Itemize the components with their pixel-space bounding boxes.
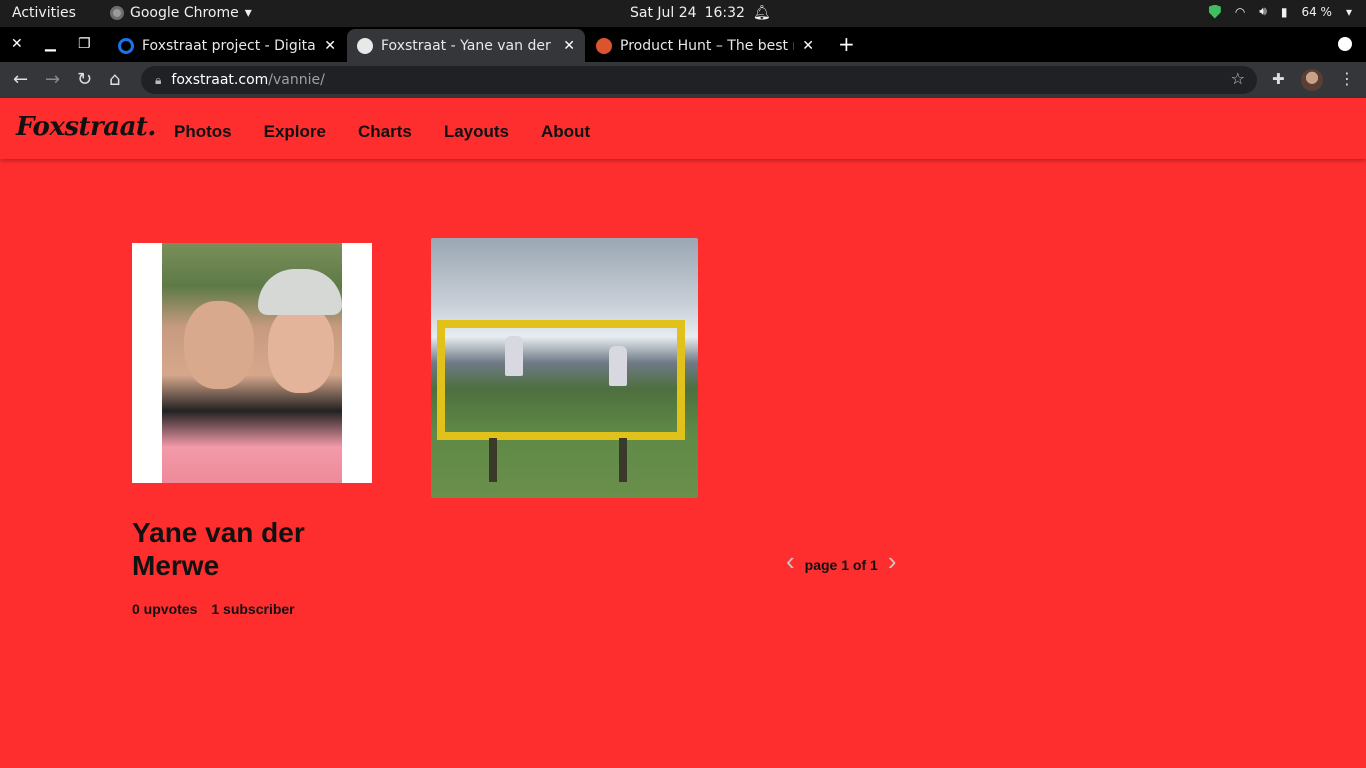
clock-date: Sat Jul 24 — [630, 5, 697, 21]
bell-icon: 🔔︎ — [752, 5, 771, 21]
tab-foxstraat-project[interactable]: Foxstraat project - Digital ✕ — [108, 29, 346, 62]
nav-charts[interactable]: Charts — [358, 122, 412, 142]
clock-time: 16:32 — [704, 5, 745, 21]
close-tab-icon[interactable]: ✕ — [802, 38, 814, 54]
battery-level: 64 % — [1301, 4, 1332, 19]
battery-icon: ▮ — [1280, 4, 1288, 19]
nav-explore[interactable]: Explore — [264, 122, 326, 142]
chevron-right-icon[interactable]: › — [888, 548, 897, 574]
extensions-puzzle-icon[interactable]: ✚ — [1272, 70, 1285, 88]
chrome-icon — [110, 6, 124, 20]
tab-search-icon[interactable] — [1338, 37, 1352, 51]
lock-icon: 🔒︎ — [155, 72, 162, 87]
tab-foxstraat-profile[interactable]: Foxstraat - Yane van der M ✕ — [347, 29, 585, 62]
wifi-icon: ◠ — [1234, 4, 1246, 19]
activities-button[interactable]: Activities — [12, 5, 76, 21]
app-name: Google Chrome — [130, 5, 239, 21]
home-icon[interactable]: ⌂ — [109, 69, 120, 90]
tab-title: Foxstraat project - Digital — [142, 37, 317, 54]
minimize-window-icon[interactable]: ▁ — [45, 36, 56, 52]
site-logo[interactable]: Foxstraat. — [16, 112, 156, 142]
back-icon[interactable]: ← — [13, 69, 28, 90]
profile-picture — [132, 243, 372, 483]
close-tab-icon[interactable]: ✕ — [563, 38, 575, 54]
system-top-bar: Activities Google Chrome ▾ Sat Jul 24 16… — [0, 0, 1366, 27]
forward-icon[interactable]: → — [45, 69, 60, 90]
tab-product-hunt[interactable]: Product Hunt – The best n ✕ — [586, 29, 824, 62]
upvotes-count: 0 upvotes — [132, 601, 198, 617]
tab-title: Foxstraat - Yane van der M — [381, 37, 556, 54]
more-menu-icon[interactable]: ⋮ — [1339, 69, 1355, 88]
power-menu-icon: ▾ — [1345, 4, 1352, 19]
volume-icon: 🔊︎ — [1259, 4, 1267, 18]
url-domain: foxstraat.com — [171, 72, 269, 88]
new-tab-icon[interactable]: + — [838, 32, 855, 56]
maximize-window-icon[interactable]: ❐ — [78, 36, 91, 52]
pagination: ‹ page 1 of 1 › — [786, 548, 896, 574]
close-tab-icon[interactable]: ✕ — [324, 38, 336, 54]
globe-icon — [357, 37, 373, 54]
subscribers-count[interactable]: 1 subscriber — [211, 601, 294, 617]
nav-photos[interactable]: Photos — [174, 122, 232, 142]
nav-layouts[interactable]: Layouts — [444, 122, 509, 142]
profile-stats: 0 upvotes 1 subscriber — [132, 601, 295, 617]
nav-about[interactable]: About — [541, 122, 590, 142]
url-path: /vannie/ — [268, 72, 325, 88]
browser-toolbar: ← → ↻ ⌂ 🔒︎ foxstraat.com/vannie/ ☆ ✚ ⋮ — [0, 62, 1366, 98]
close-window-icon[interactable]: ✕ — [11, 36, 23, 52]
chevron-left-icon[interactable]: ‹ — [786, 548, 795, 574]
reload-icon[interactable]: ↻ — [77, 69, 92, 90]
page-indicator: page 1 of 1 — [804, 557, 878, 573]
chevron-down-icon: ▾ — [244, 5, 252, 21]
profile-name: Yane van der Merwe — [132, 517, 305, 581]
product-hunt-favicon-icon — [596, 37, 612, 54]
bookmark-star-icon[interactable]: ☆ — [1231, 69, 1245, 88]
app-menu[interactable]: Google Chrome ▾ — [110, 5, 252, 21]
profile-photo — [162, 243, 342, 483]
photo-thumbnail[interactable] — [431, 238, 698, 498]
clock[interactable]: Sat Jul 24 16:32 🔔︎ — [630, 5, 771, 21]
main-nav: Photos Explore Charts Layouts About — [174, 122, 590, 142]
site-header: Foxstraat. Photos Explore Charts Layouts… — [0, 98, 1366, 159]
address-bar[interactable]: 🔒︎ foxstraat.com/vannie/ ☆ — [141, 66, 1257, 94]
tab-title: Product Hunt – The best n — [620, 37, 795, 54]
system-tray[interactable]: ◠ 🔊︎ ▮ 64 % ▾ — [1208, 4, 1352, 19]
shield-icon — [1208, 4, 1221, 19]
tab-strip: ✕ ▁ ❐ Foxstraat project - Digital ✕ Foxs… — [0, 27, 1366, 62]
profile-avatar[interactable] — [1301, 69, 1323, 91]
digitalocean-favicon-icon — [118, 37, 134, 54]
